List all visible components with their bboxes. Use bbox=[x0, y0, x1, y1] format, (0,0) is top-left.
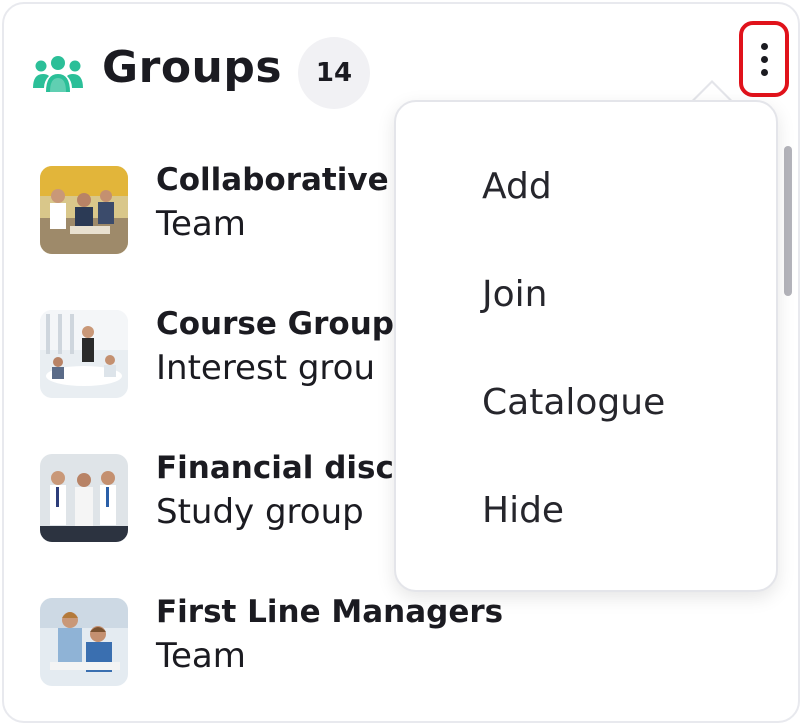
group-type: Team bbox=[156, 636, 246, 676]
menu-item-catalogue[interactable]: Catalogue bbox=[396, 354, 776, 450]
more-options-button[interactable] bbox=[739, 21, 789, 97]
people-group-icon bbox=[33, 56, 83, 92]
group-name: First Line Managers bbox=[156, 594, 504, 630]
group-thumbnail bbox=[40, 454, 128, 542]
group-thumbnail bbox=[40, 166, 128, 254]
group-type: Team bbox=[156, 204, 246, 244]
vertical-dots-icon bbox=[761, 43, 768, 50]
page-title: Groups bbox=[102, 42, 283, 93]
vertical-dots-icon-bottom bbox=[761, 69, 768, 76]
group-type: Interest grou bbox=[156, 348, 375, 388]
menu-item-hide[interactable]: Hide bbox=[396, 462, 776, 558]
group-name: Collaborative bbox=[156, 162, 389, 198]
count-badge: 14 bbox=[298, 37, 370, 109]
group-name: Course Group bbox=[156, 306, 394, 342]
group-name: Financial disc bbox=[156, 450, 394, 486]
vertical-dots-icon-mid bbox=[761, 56, 768, 63]
menu-item-join[interactable]: Join bbox=[396, 246, 776, 342]
list-item[interactable]: First Line Managers Team bbox=[4, 576, 798, 696]
scrollbar[interactable] bbox=[784, 146, 792, 296]
group-type: Study group bbox=[156, 492, 364, 532]
group-thumbnail bbox=[40, 598, 128, 686]
group-thumbnail bbox=[40, 310, 128, 398]
menu-item-add[interactable]: Add bbox=[396, 138, 776, 234]
more-options-menu: Add Join Catalogue Hide bbox=[394, 100, 778, 592]
